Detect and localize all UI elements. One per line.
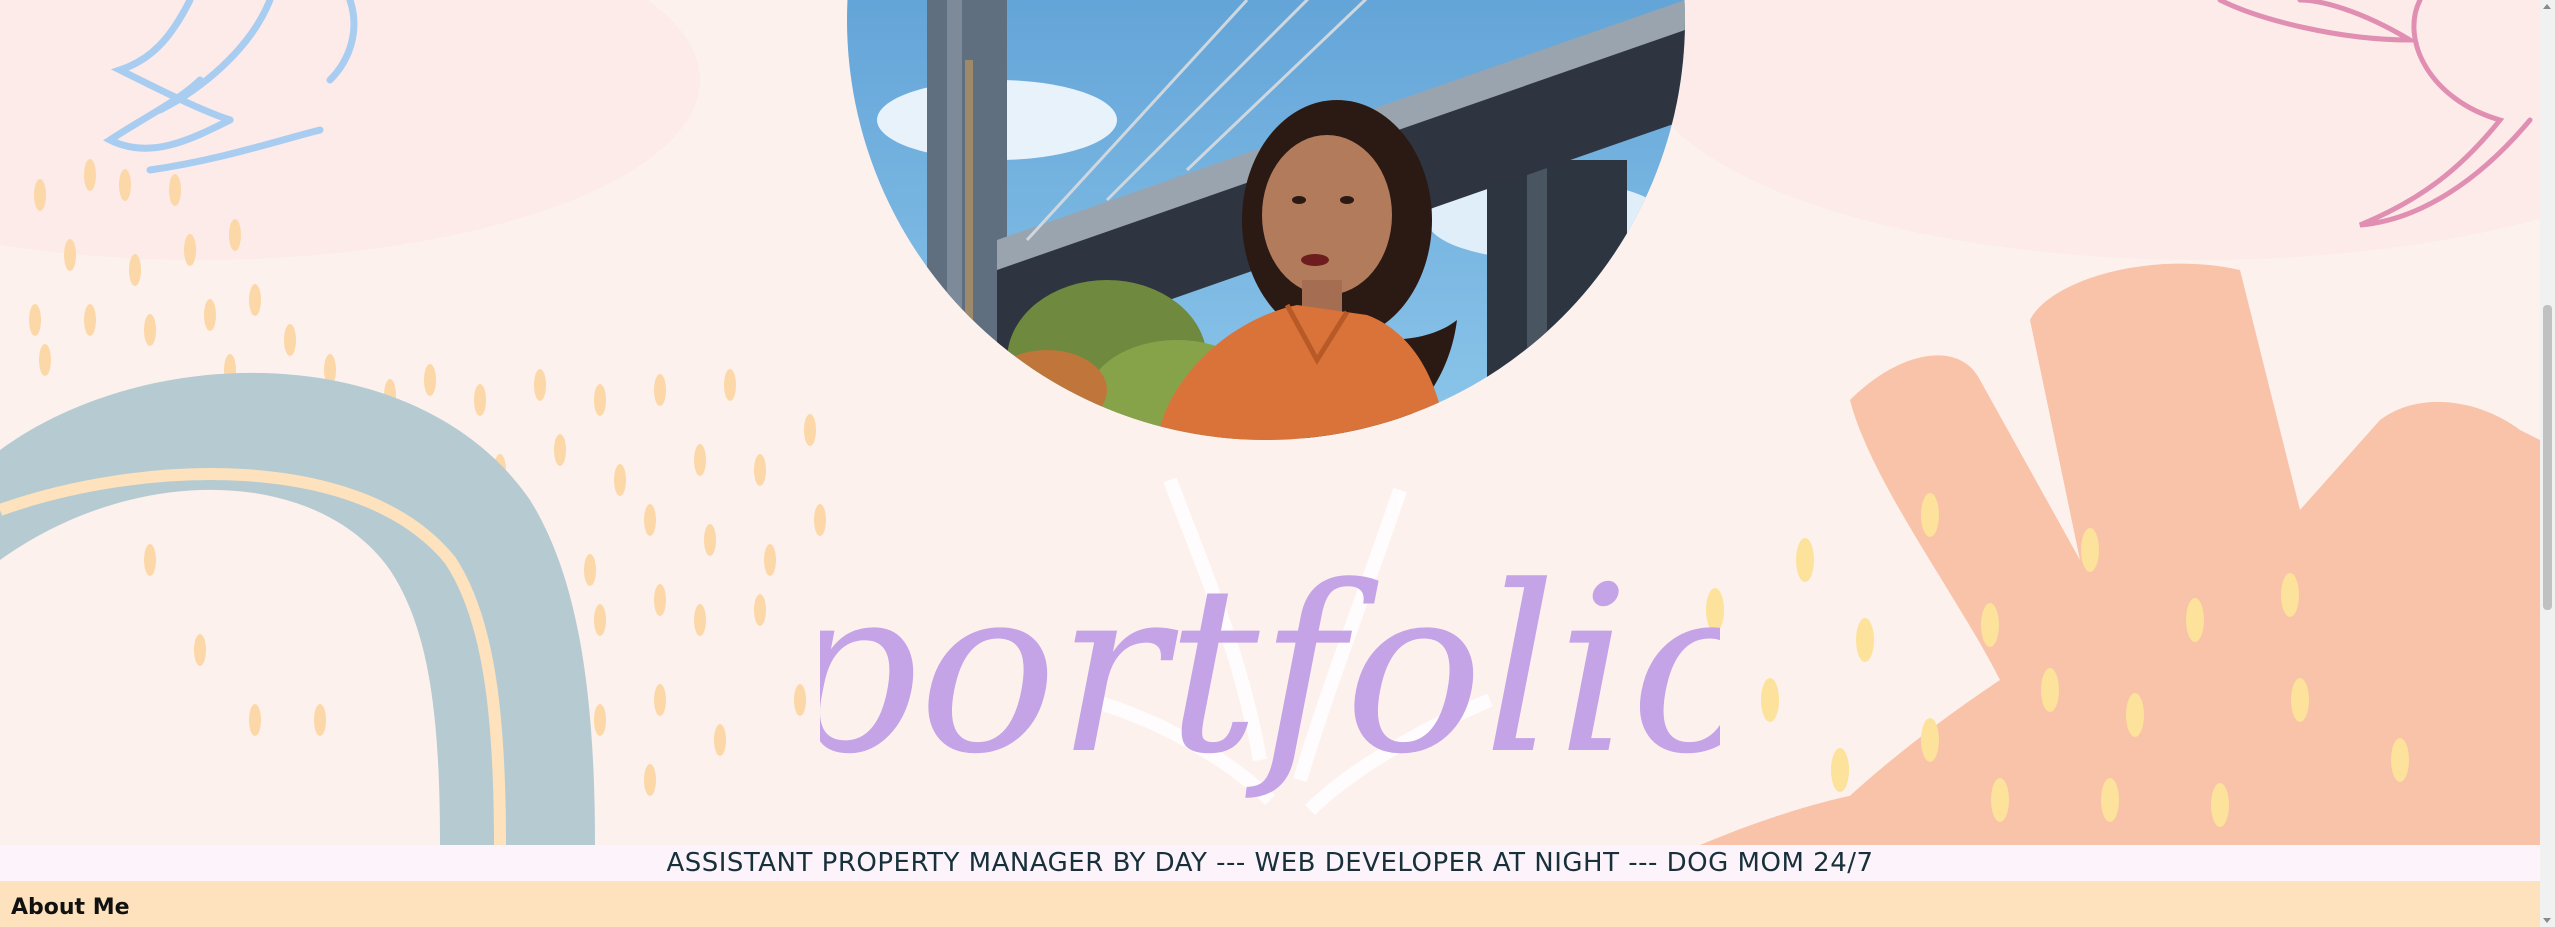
tagline-text: ASSISTANT PROPERTY MANAGER BY DAY --- WE…: [666, 848, 1874, 878]
hero-title-text: portfolio: [820, 538, 1720, 805]
scrollbar-thumb[interactable]: [2543, 305, 2552, 610]
scroll-down-arrow-icon[interactable]: [2543, 918, 2551, 923]
about-section-bar: About Me: [0, 881, 2540, 927]
hero-banner: portfolio: [0, 0, 2540, 845]
about-me-link[interactable]: About Me: [11, 895, 130, 920]
scroll-up-arrow-icon[interactable]: [2543, 4, 2551, 9]
vertical-scrollbar[interactable]: [2540, 0, 2555, 927]
blue-arch: [0, 372, 595, 845]
hero-title: portfolio: [771, 520, 1768, 820]
peach-splash: [1700, 263, 2540, 845]
tagline-bar: ASSISTANT PROPERTY MANAGER BY DAY --- WE…: [0, 845, 2540, 881]
